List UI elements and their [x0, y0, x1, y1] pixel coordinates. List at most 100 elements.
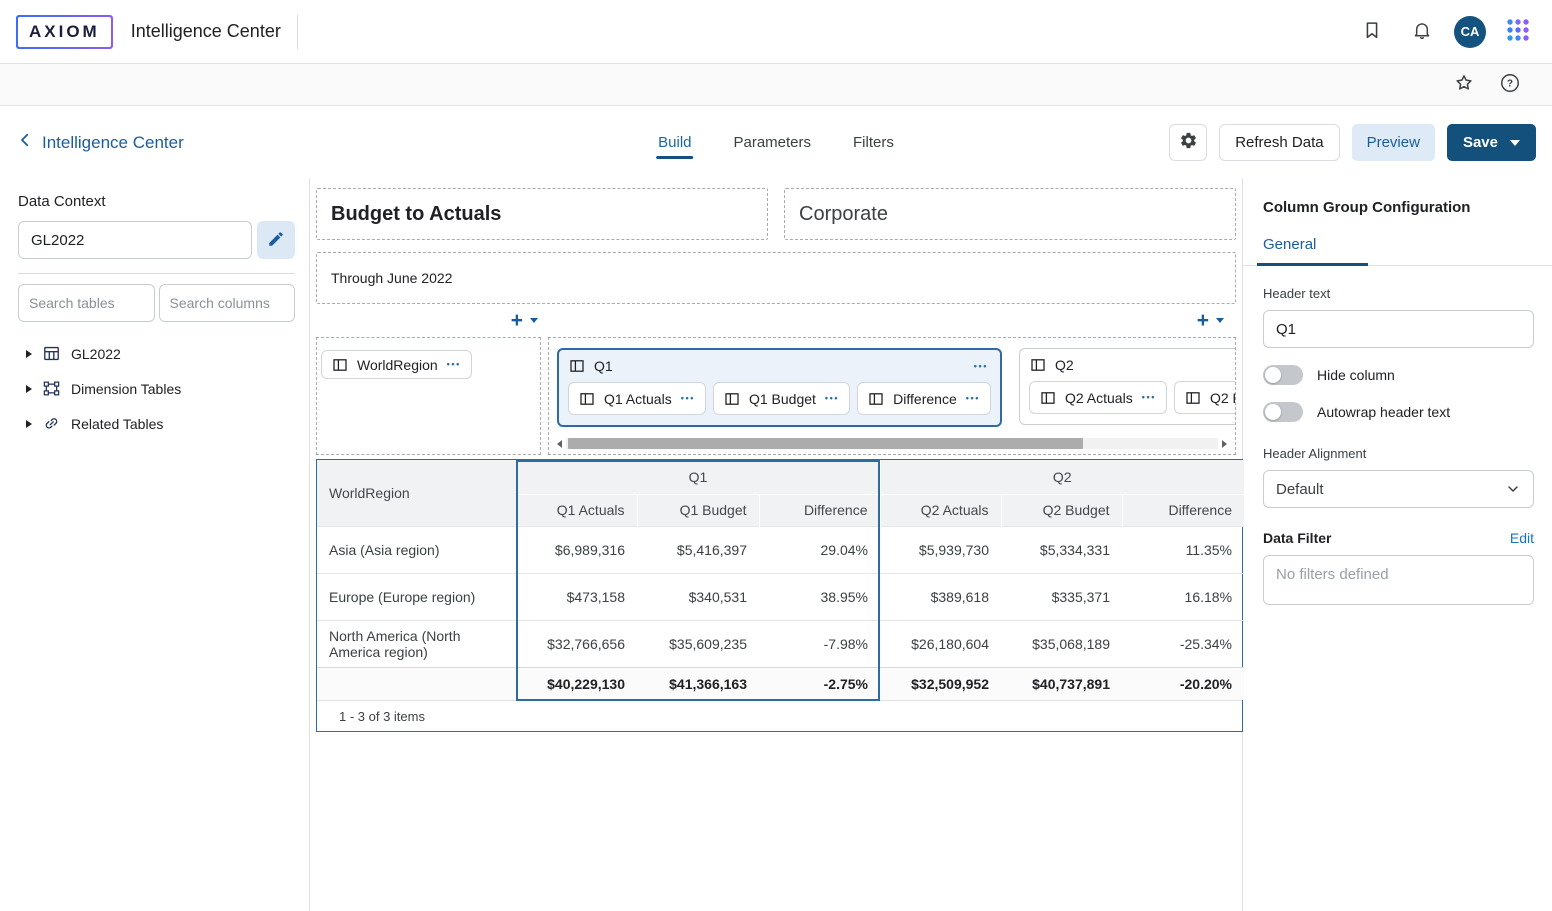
settings-button[interactable] [1169, 124, 1207, 161]
apps-grid-icon [1505, 17, 1531, 46]
toggle-knob [1265, 367, 1281, 383]
data-sidebar: Data Context [0, 179, 310, 911]
data-context-input[interactable] [18, 221, 252, 259]
cell: $35,609,235 [637, 620, 759, 667]
tab-general[interactable]: General [1263, 236, 1316, 265]
caret-right-icon[interactable] [26, 350, 32, 358]
report-period-block[interactable]: Through June 2022 [316, 252, 1236, 304]
caret-right-icon[interactable] [26, 420, 32, 428]
tab-build[interactable]: Build [656, 124, 693, 161]
gear-icon [1179, 131, 1198, 154]
table-row: North America (North America region) $32… [317, 620, 1244, 667]
favorite-button[interactable] [1450, 71, 1478, 99]
group-designer-row: WorldRegion ••• Q1 ••• [316, 337, 1236, 455]
save-button[interactable]: Save [1447, 124, 1536, 161]
grid-pagination-status: 1 - 3 of 3 items [317, 700, 1242, 731]
totals-row: $40,229,130 $41,366,163 -2.75% $32,509,9… [317, 667, 1244, 700]
data-grid[interactable]: WorldRegion Q1 Q2 Q1 Actuals Q1 Budget D… [316, 459, 1243, 732]
save-caret-icon [1510, 140, 1520, 146]
tree-item-gl2022[interactable]: GL2022 [18, 336, 295, 371]
edit-data-context-button[interactable] [257, 221, 295, 259]
scroll-right-icon[interactable] [1222, 440, 1227, 448]
group-menu-icon[interactable]: ••• [974, 362, 988, 371]
total-cell: $40,229,130 [516, 667, 637, 700]
caret-right-icon[interactable] [26, 385, 32, 393]
autowrap-toggle-row[interactable]: Autowrap header text [1263, 402, 1534, 422]
chip-menu-icon[interactable]: ••• [966, 394, 980, 403]
header-alignment-select[interactable]: Default [1263, 470, 1534, 508]
column-chip-label: Q2 Budget [1210, 390, 1236, 406]
report-subtitle: Corporate [799, 203, 888, 226]
table-row: Asia (Asia region) $6,989,316 $5,416,397… [317, 526, 1244, 573]
search-tables-input[interactable] [18, 284, 155, 322]
tree-item-related-tables[interactable]: Related Tables [18, 406, 295, 441]
axiom-logo[interactable]: AXIOM [16, 15, 113, 49]
column-icon [569, 358, 585, 374]
autowrap-toggle[interactable] [1263, 402, 1303, 422]
column-chip-q1-budget[interactable]: Q1 Budget ••• [713, 382, 850, 415]
column-chip-q1-actuals[interactable]: Q1 Actuals ••• [568, 382, 706, 415]
column-chip-label: Q2 Actuals [1065, 390, 1133, 406]
chip-menu-icon[interactable]: ••• [825, 394, 839, 403]
chip-menu-icon[interactable]: ••• [447, 360, 461, 369]
column-header[interactable]: Q2 Budget [1001, 494, 1122, 526]
report-canvas: Budget to Actuals Corporate Through June… [310, 179, 1242, 911]
cell: -7.98% [759, 620, 880, 667]
header-text-input[interactable] [1263, 310, 1534, 348]
avatar[interactable]: CA [1454, 16, 1486, 48]
data-filter-box[interactable]: No filters defined [1263, 555, 1534, 605]
column-groups-zone[interactable]: Q1 ••• Q1 Actuals ••• [548, 337, 1236, 455]
chip-menu-icon[interactable]: ••• [1142, 393, 1156, 402]
column-header[interactable]: Difference [759, 494, 880, 526]
search-columns-input[interactable] [159, 284, 296, 322]
column-chip-q2-budget[interactable]: Q2 Budget ••• [1174, 381, 1236, 414]
column-header[interactable]: Q1 Actuals [516, 494, 637, 526]
hide-column-toggle-row[interactable]: Hide column [1263, 365, 1534, 385]
pencil-icon [267, 230, 285, 251]
column-group-config-panel: Column Group Configuration General Heade… [1242, 179, 1552, 911]
column-icon [1040, 390, 1056, 406]
back-link[interactable]: Intelligence Center [16, 131, 184, 154]
table-row: Europe (Europe region) $473,158 $340,531… [317, 573, 1244, 620]
refresh-data-button[interactable]: Refresh Data [1219, 124, 1339, 161]
report-title-block[interactable]: Budget to Actuals [316, 188, 768, 240]
tab-parameters[interactable]: Parameters [731, 124, 813, 161]
group-header-q1[interactable]: Q1 [516, 460, 880, 494]
column-header[interactable]: Difference [1122, 494, 1244, 526]
cell: $473,158 [516, 573, 637, 620]
scrollbar-track[interactable] [566, 438, 1218, 449]
data-filter-edit-link[interactable]: Edit [1510, 530, 1534, 546]
tree-item-dimension-tables[interactable]: Dimension Tables [18, 371, 295, 406]
title-row: Budget to Actuals Corporate [316, 188, 1236, 240]
column-header[interactable]: Q1 Budget [637, 494, 759, 526]
preview-button[interactable]: Preview [1352, 124, 1435, 161]
tab-filters[interactable]: Filters [851, 124, 896, 161]
cell: $5,416,397 [637, 526, 759, 573]
column-group-label: Q2 [1055, 357, 1074, 373]
bookmark-button[interactable] [1354, 14, 1390, 50]
column-group-q1[interactable]: Q1 ••• Q1 Actuals ••• [557, 348, 1002, 427]
add-column-group-button[interactable]: + [1197, 310, 1224, 331]
apps-grid-button[interactable] [1500, 14, 1536, 50]
column-header[interactable]: Q2 Actuals [880, 494, 1001, 526]
total-cell: $40,737,891 [1001, 667, 1122, 700]
row-group-zone[interactable]: WorldRegion ••• [316, 337, 541, 455]
add-row-group-button[interactable]: + [511, 310, 538, 331]
report-subtitle-block[interactable]: Corporate [784, 188, 1236, 240]
scroll-left-icon[interactable] [557, 440, 562, 448]
tree-item-label: GL2022 [71, 346, 121, 362]
column-chip-q1-difference[interactable]: Difference ••• [857, 382, 991, 415]
column-group-q2[interactable]: Q2 Q2 Actuals ••• [1019, 348, 1236, 425]
notifications-button[interactable] [1404, 14, 1440, 50]
row-header-cell[interactable]: WorldRegion [317, 460, 516, 526]
help-button[interactable]: ? [1496, 71, 1524, 99]
column-chip-q2-actuals[interactable]: Q2 Actuals ••• [1029, 381, 1167, 414]
horizontal-scrollbar[interactable] [557, 437, 1227, 450]
hide-column-toggle[interactable] [1263, 365, 1303, 385]
header-alignment-value: Default [1276, 481, 1324, 498]
scrollbar-thumb[interactable] [568, 438, 1083, 449]
chip-menu-icon[interactable]: ••• [681, 394, 695, 403]
row-group-chip-worldregion[interactable]: WorldRegion ••• [321, 350, 472, 379]
group-header-q2[interactable]: Q2 [880, 460, 1244, 494]
cell: $5,939,730 [880, 526, 1001, 573]
